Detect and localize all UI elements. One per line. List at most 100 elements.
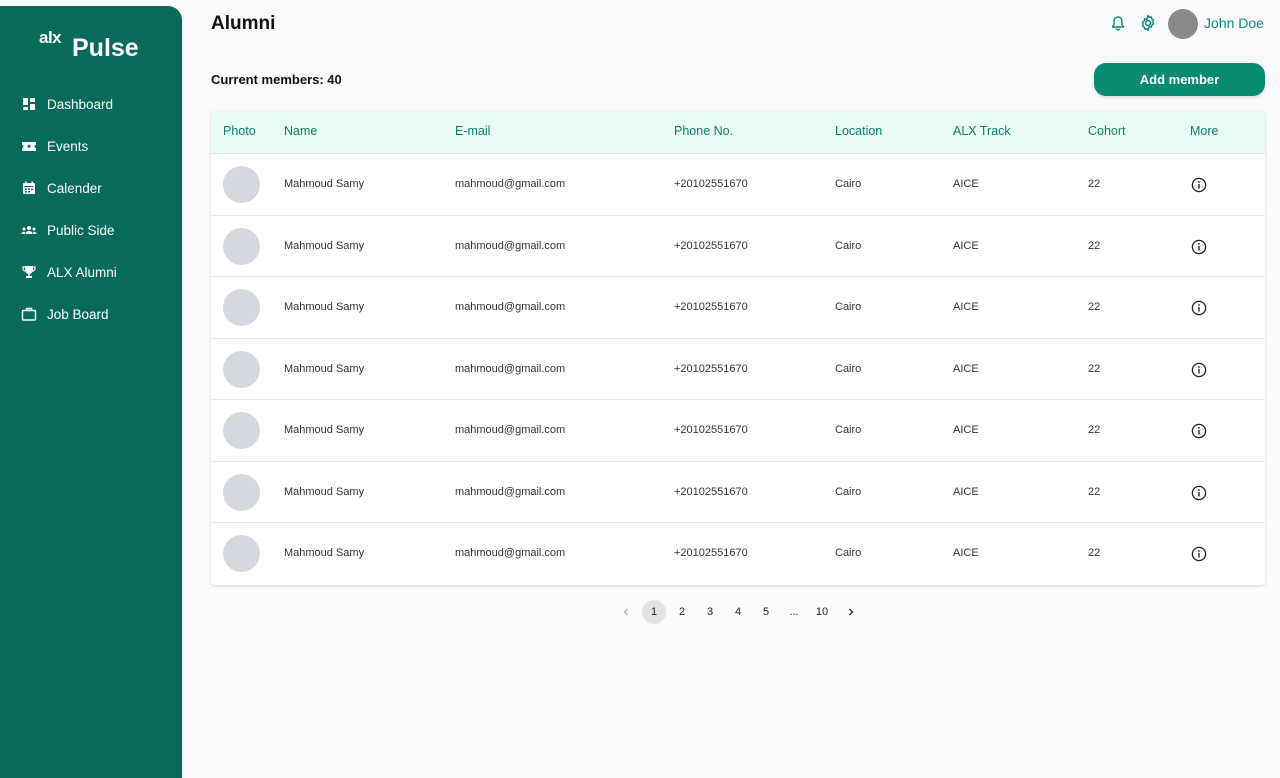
table-row[interactable]: Mahmoud Samy mahmoud@gmail.com +2010255167… [211, 523, 1265, 585]
sidebar-item-label: Events [47, 138, 89, 154]
cell-cohort: 22 [1088, 485, 1101, 498]
cell-phone: +20102551670 [674, 547, 748, 559]
prev-page-icon[interactable] [614, 600, 638, 624]
cell-location: Cairo [835, 178, 862, 190]
cell-email: mahmoud@gmail.com [455, 424, 566, 436]
info-icon[interactable] [1191, 485, 1207, 501]
column-header-more: More [1190, 124, 1219, 138]
page-title: Alumni [211, 13, 276, 34]
table-header: Photo Name E-mail Phone No. Location ALX… [211, 111, 1265, 154]
page-ellipsis: ... [789, 606, 799, 618]
table-row[interactable]: Mahmoud Samy mahmoud@gmail.com +2010255167… [211, 339, 1265, 400]
sidebar-item-calender[interactable]: Calender [21, 177, 102, 199]
dashboard-icon [23, 98, 35, 110]
user-avatar[interactable] [1168, 9, 1198, 39]
info-icon[interactable] [1191, 362, 1207, 378]
cell-location: Cairo [835, 301, 862, 313]
people-icon [21, 226, 37, 234]
cell-location: Cairo [835, 362, 862, 375]
trophy-icon [22, 266, 36, 278]
cell-track: AICE [953, 301, 979, 313]
member-photo [223, 412, 260, 449]
cell-email: mahmoud@gmail.com [455, 301, 566, 313]
members-count: Current members: 40 [211, 72, 342, 87]
info-icon[interactable] [1191, 177, 1207, 193]
cell-name: Mahmoud Samy [284, 362, 365, 375]
page-button[interactable]: 2 [670, 600, 694, 624]
sidebar: alx Pulse Dashboard Events Calender Publ… [0, 6, 182, 778]
info-icon[interactable] [1191, 239, 1207, 255]
cell-email: mahmoud@gmail.com [455, 178, 566, 190]
sidebar-item-job-board[interactable]: Job Board [21, 303, 109, 325]
cell-phone: +20102551670 [674, 424, 748, 436]
page-button[interactable]: 1 [642, 600, 666, 624]
cell-location: Cairo [835, 424, 862, 436]
sidebar-item-events[interactable]: Events [21, 135, 88, 157]
member-photo [223, 473, 260, 511]
cell-phone: +20102551670 [674, 178, 748, 190]
member-photo [223, 535, 260, 572]
sidebar-item-dashboard[interactable]: Dashboard [21, 93, 113, 115]
page-button[interactable]: 10 [810, 600, 834, 624]
member-photo [223, 166, 260, 203]
table-row[interactable]: Mahmoud Samy mahmoud@gmail.com +2010255167… [211, 154, 1265, 216]
table-row[interactable]: Mahmoud Samy mahmoud@gmail.com +2010255167… [211, 277, 1265, 339]
page-button[interactable]: 4 [726, 600, 750, 624]
column-header-location: Location [835, 124, 883, 138]
member-photo [223, 227, 260, 265]
table-row[interactable]: Mahmoud Samy mahmoud@gmail.com +2010255167… [211, 462, 1265, 523]
cell-name: Mahmoud Samy [284, 547, 365, 559]
info-icon[interactable] [1191, 546, 1207, 562]
page-button[interactable]: 3 [698, 600, 722, 624]
cell-track: AICE [953, 424, 979, 436]
cell-cohort: 22 [1088, 178, 1101, 190]
table-row[interactable]: Mahmoud Samy mahmoud@gmail.com +2010255167… [211, 400, 1265, 462]
gear-icon[interactable] [1139, 14, 1157, 32]
column-header-cohort: Cohort [1088, 124, 1126, 138]
cell-name: Mahmoud Samy [284, 301, 365, 313]
cell-track: AICE [953, 178, 979, 190]
brand-name: Pulse [72, 34, 139, 62]
cell-name: Mahmoud Samy [284, 424, 365, 436]
table-row[interactable]: Mahmoud Samy mahmoud@gmail.com +2010255167… [211, 216, 1265, 277]
cell-email: mahmoud@gmail.com [455, 362, 566, 375]
briefcase-icon [21, 307, 37, 321]
cell-email: mahmoud@gmail.com [455, 547, 566, 559]
column-header-phone: Phone No. [674, 124, 734, 138]
cell-email: mahmoud@gmail.com [455, 239, 566, 252]
column-header-email: E-mail [455, 124, 491, 138]
cell-location: Cairo [835, 547, 862, 559]
member-photo [223, 350, 260, 388]
user-name[interactable]: John Doe [1204, 15, 1264, 31]
next-page-icon[interactable] [839, 600, 863, 624]
cell-track: AICE [953, 239, 979, 252]
add-member-button[interactable]: Add member [1094, 63, 1265, 96]
sidebar-item-label: Dashboard [47, 96, 114, 112]
ticket-icon [22, 142, 36, 151]
bell-icon[interactable] [1110, 15, 1126, 31]
cell-track: AICE [953, 485, 979, 498]
sidebar-item-label: ALX Alumni [47, 264, 117, 280]
info-icon[interactable] [1191, 423, 1207, 439]
cell-location: Cairo [835, 485, 862, 498]
cell-track: AICE [953, 547, 979, 559]
pagination: 1 2 3 4 5 ... 10 [0, 600, 1280, 624]
sidebar-item-alx-alumni[interactable]: ALX Alumni [21, 261, 117, 283]
sidebar-item-label: Job Board [47, 306, 109, 322]
column-header-track: ALX Track [953, 124, 1011, 138]
cell-cohort: 22 [1088, 547, 1101, 559]
cell-cohort: 22 [1088, 239, 1101, 252]
sidebar-item-public-side[interactable]: Public Side [21, 219, 115, 241]
cell-track: AICE [953, 362, 979, 375]
info-icon[interactable] [1191, 300, 1207, 316]
cell-phone: +20102551670 [674, 301, 748, 313]
column-header-name: Name [284, 124, 318, 138]
cell-email: mahmoud@gmail.com [455, 485, 566, 498]
column-header-photo: Photo [223, 124, 256, 138]
sidebar-item-label: Public Side [47, 222, 115, 238]
sidebar-item-label: Calender [47, 180, 102, 196]
cell-cohort: 22 [1088, 362, 1101, 375]
cell-cohort: 22 [1088, 301, 1101, 313]
page-button[interactable]: 5 [754, 600, 778, 624]
cell-name: Mahmoud Samy [284, 239, 365, 252]
